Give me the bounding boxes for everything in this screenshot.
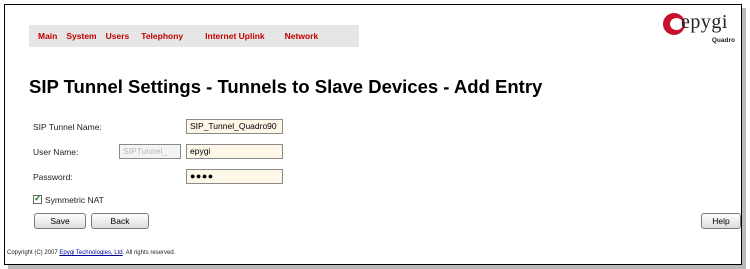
nav-internet-uplink[interactable]: Internet Uplink	[205, 31, 265, 41]
page-title: SIP Tunnel Settings - Tunnels to Slave D…	[29, 76, 543, 97]
epygi-logo: epygi Quadro	[635, 11, 735, 51]
copyright-footer: Copyright (C) 2007 Epygi Technologies, L…	[7, 250, 175, 256]
logo-product-text: Quadro	[711, 37, 735, 44]
logo-brand-text: epygi	[681, 11, 728, 33]
nav-main[interactable]: Main	[38, 31, 57, 41]
nav-users[interactable]: Users	[106, 31, 130, 41]
sip-tunnel-name-label: SIP Tunnel Name:	[33, 122, 102, 132]
nav-telephony[interactable]: Telephony	[141, 31, 183, 41]
sip-tunnel-name-input[interactable]: SIP_Tunnel_Quadro90	[186, 119, 283, 134]
nav-system[interactable]: System	[66, 31, 96, 41]
user-name-prefix-field: SIPTunnel_	[119, 144, 181, 159]
nav-network[interactable]: Network	[285, 31, 319, 41]
back-button[interactable]: Back	[91, 213, 149, 229]
top-navigation-bar: Main System Users Telephony Internet Upl…	[29, 25, 359, 47]
symmetric-nat-checkbox[interactable]	[33, 193, 42, 204]
save-button[interactable]: Save	[34, 213, 86, 229]
user-name-input[interactable]: epygi	[186, 144, 283, 159]
browser-page-frame: Main System Users Telephony Internet Upl…	[4, 4, 742, 265]
footer-suffix: . All rights reserved.	[122, 250, 176, 256]
help-button[interactable]: Help	[701, 213, 741, 229]
epygi-company-link[interactable]: Epygi Technologies, Ltd	[59, 250, 122, 256]
password-label: Password:	[33, 172, 73, 182]
symmetric-nat-label: Symmetric NAT	[45, 195, 104, 205]
password-input[interactable]: ●●●●	[186, 169, 283, 184]
user-name-label: User Name:	[33, 147, 79, 157]
footer-prefix: Copyright (C) 2007	[7, 250, 60, 256]
